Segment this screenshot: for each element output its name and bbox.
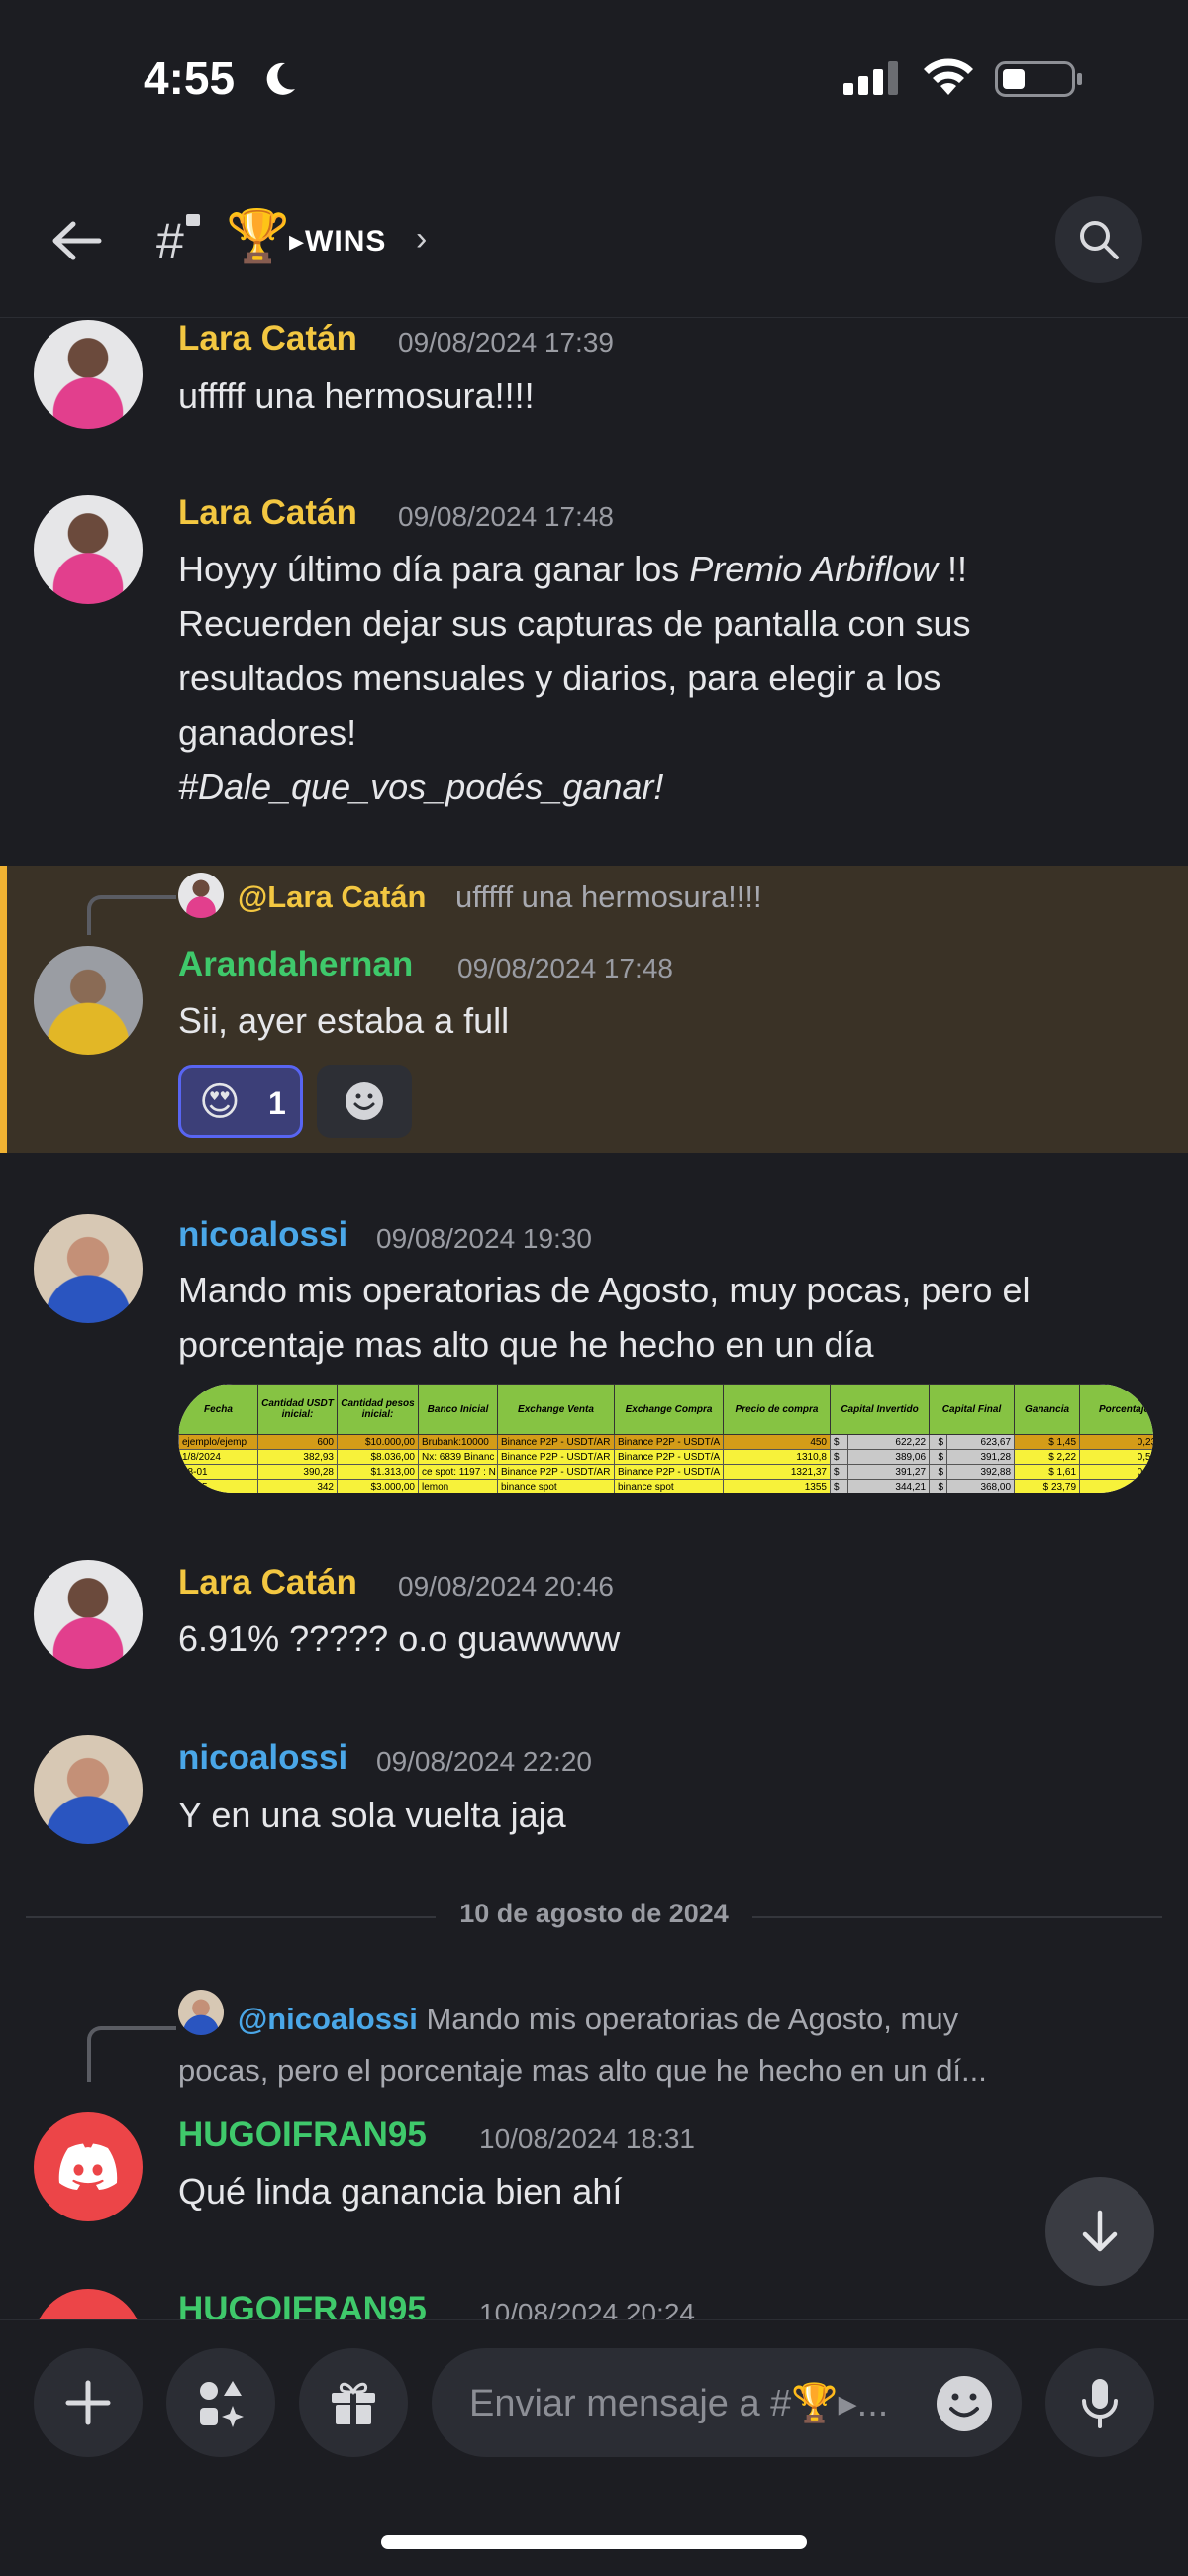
message-text: 6.91% ????? o.o guawwww [178,1618,621,1659]
channel-name[interactable]: ▸WINS [289,224,386,258]
gift-button[interactable] [299,2348,408,2457]
gift-icon [332,2382,375,2424]
search-button[interactable] [1055,196,1142,283]
spreadsheet-header-row: Fecha Cantidad USDT inicial: Cantidad pe… [178,1384,1153,1435]
spreadsheet-row: 08-01 390,28 $1.313,00 ce spot: 1197 : N Bin… [178,1464,1153,1480]
jump-to-present-button[interactable] [1045,2177,1154,2286]
spreadsheet-table: Fecha Cantidad USDT inicial: Cantidad pe… [178,1384,1153,1493]
avatar[interactable] [34,1735,143,1844]
spreadsheet-row: 1/8/2024 382,93 $8.036,00 Nx: 6839 Binanc Bi… [178,1449,1153,1465]
spreadsheet-row: 08-05 342 $3.000,00 lemon binance spot binanc… [178,1479,1153,1493]
timestamp: 09/08/2024 17:48 [398,501,614,532]
timestamp: 09/08/2024 17:39 [398,327,614,358]
plus-icon [65,2380,111,2425]
reaction-heart-eyes[interactable]: 😍 1 [178,1065,303,1138]
apps-button[interactable] [166,2348,275,2457]
channel-header: # 🏆 ▸WINS › [0,188,1188,318]
chevron-right-icon[interactable]: › [416,220,427,258]
back-arrow-icon[interactable] [48,216,107,265]
search-icon [1080,221,1119,259]
reply-author[interactable]: @Lara Catán [238,879,426,915]
spreadsheet-row: ejemplo/ejemp 600 $10.000,00 Brubank:10000 B… [178,1434,1153,1450]
emoji-picker-icon[interactable] [935,2374,994,2433]
message-text: Hoyyy último día para ganar los Premio A… [178,549,971,807]
timestamp: 09/08/2024 20:46 [398,1571,614,1601]
author-name[interactable]: Lara Catán [178,493,357,533]
reply-preview[interactable]: @nicoalossi Mando mis operatorias de Ago… [178,1994,1148,2097]
moon-icon [266,62,295,95]
avatar[interactable] [34,320,143,429]
message-text: Y en una sola vuelta jaja [178,1795,566,1835]
clock: 4:55 [144,52,236,104]
message-text: Qué linda ganancia bien ahí [178,2171,623,2212]
author-name[interactable]: Lara Catán [178,319,357,359]
heart-eyes-emoji: 😍 [199,1081,241,1124]
avatar[interactable] [34,946,143,1055]
smiley-icon [346,1082,383,1120]
avatar[interactable] [34,1560,143,1669]
wifi-icon [924,58,973,95]
timestamp: 09/08/2024 22:20 [376,1746,592,1777]
add-reaction-button[interactable] [317,1065,412,1138]
message-text: ufffff una hermosura!!!! [178,375,535,416]
avatar[interactable] [34,495,143,604]
add-attachment-button[interactable] [34,2348,143,2457]
avatar[interactable] [34,2112,143,2221]
reply-connector [87,895,176,935]
arrow-down-icon [1082,2210,1118,2252]
message-input-placeholder: Enviar mensaje a #🏆▸... [469,2383,889,2424]
channel-hash-icon: # [156,213,184,268]
spreadsheet-image-attachment[interactable]: Fecha Cantidad USDT inicial: Cantidad pe… [178,1384,1153,1493]
author-name[interactable]: Lara Catán [178,1563,357,1602]
author-name[interactable]: nicoalossi [178,1738,347,1778]
reaction-count: 1 [268,1085,286,1121]
cellular-signal-icon [843,61,898,95]
reply-avatar [178,873,224,918]
reply-text[interactable]: ufffff una hermosura!!!! [455,879,762,915]
message-text: Sii, ayer estaba a full [178,1000,510,1041]
message-input[interactable]: Enviar mensaje a #🏆▸... [432,2348,1022,2457]
author-name[interactable]: HUGOIFRAN95 [178,2115,427,2155]
voice-message-button[interactable] [1045,2348,1154,2457]
home-indicator [381,2535,807,2549]
message-text: Mando mis operatorias de Agosto, muy poc… [178,1270,1031,1365]
timestamp: 09/08/2024 17:48 [457,953,673,983]
mention-highlight-bar [0,866,7,1153]
avatar[interactable] [34,1214,143,1323]
timestamp: 10/08/2024 18:31 [479,2123,695,2154]
reply-connector [87,2026,176,2082]
trophy-emoji: 🏆 [226,208,290,265]
author-name[interactable]: Arandahernan [178,945,413,984]
timestamp: 09/08/2024 19:30 [376,1223,592,1254]
lock-icon [186,214,200,226]
microphone-icon [1082,2379,1118,2428]
status-bar: 4:55 [0,0,1188,163]
author-name[interactable]: nicoalossi [178,1215,347,1255]
apps-icon [200,2381,244,2427]
date-divider-label: 10 de agosto de 2024 [436,1899,752,1929]
battery-icon [995,61,1082,97]
discord-logo-icon [58,2143,118,2190]
